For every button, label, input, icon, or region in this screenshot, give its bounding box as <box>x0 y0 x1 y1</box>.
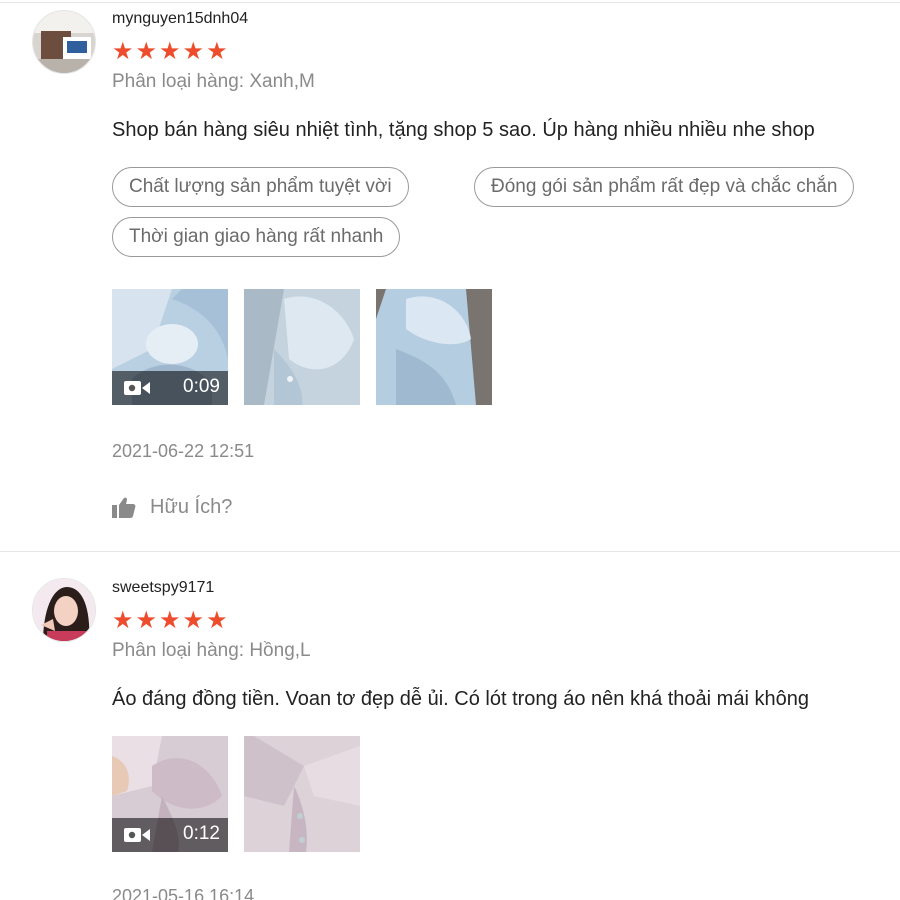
star-rating: ★ ★ ★ ★ ★ <box>112 40 228 64</box>
review-timestamp: 2021-05-16 16:14 <box>112 886 255 900</box>
star-icon: ★ <box>182 607 205 634</box>
reviewer-username[interactable]: mynguyen15dnh04 <box>112 10 248 28</box>
avatar[interactable] <box>32 10 96 74</box>
video-duration: 0:09 <box>183 376 220 397</box>
review-image-thumbnail[interactable] <box>376 289 492 405</box>
review-video-thumbnail[interactable]: 0:12 <box>112 736 228 852</box>
star-icon: ★ <box>206 38 228 65</box>
video-camera-icon <box>124 828 150 842</box>
review-tag: Thời gian giao hàng rất nhanh <box>112 217 401 257</box>
star-icon: ★ <box>135 607 158 634</box>
video-duration: 0:12 <box>183 823 220 844</box>
review-comment: Áo đáng đồng tiền. Voan tơ đẹp dễ ủi. Có… <box>112 688 809 710</box>
reviewer-username[interactable]: sweetspy9171 <box>112 579 214 597</box>
review-tag: Chất lượng sản phẩm tuyệt vời <box>112 167 409 207</box>
star-icon: ★ <box>182 38 205 65</box>
review-video-thumbnail[interactable]: 0:09 <box>112 289 228 405</box>
variation-label: Phân loại hàng: Hồng,L <box>112 640 311 661</box>
star-icon: ★ <box>159 607 181 634</box>
variation-label: Phân loại hàng: Xanh,M <box>112 71 315 92</box>
star-icon: ★ <box>112 38 134 65</box>
star-rating: ★ ★ ★ ★ ★ <box>112 609 228 633</box>
review-image-thumbnail[interactable] <box>244 289 360 405</box>
star-icon: ★ <box>159 38 181 65</box>
top-divider <box>0 2 900 3</box>
review-divider <box>0 551 900 552</box>
video-overlay: 0:09 <box>112 371 228 405</box>
video-overlay: 0:12 <box>112 818 228 852</box>
video-camera-icon <box>124 381 150 395</box>
star-icon: ★ <box>135 38 158 65</box>
thumbs-up-icon <box>112 497 136 518</box>
product-reviews-list: mynguyen15dnh04 ★ ★ ★ ★ ★ Phân loại hàng… <box>0 0 900 900</box>
star-icon: ★ <box>112 607 134 634</box>
avatar[interactable] <box>32 578 96 642</box>
review-tag: Đóng gói sản phẩm rất đẹp và chắc chắn <box>474 167 855 207</box>
review-image-thumbnail[interactable] <box>244 736 360 852</box>
review-comment: Shop bán hàng siêu nhiệt tình, tặng shop… <box>112 119 815 141</box>
review-timestamp: 2021-06-22 12:51 <box>112 441 255 461</box>
helpful-label: Hữu Ích? <box>150 496 233 518</box>
star-icon: ★ <box>206 607 228 634</box>
